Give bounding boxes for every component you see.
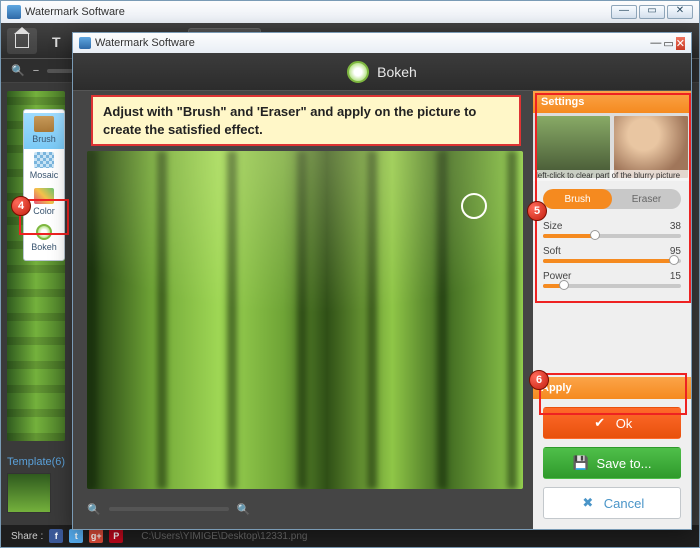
ok-button[interactable]: ✔ Ok	[543, 407, 681, 439]
template-label[interactable]: Template(6)	[7, 456, 65, 468]
cancel-button[interactable]: ✖ Cancel	[543, 487, 681, 519]
preview-zoom-bar: 🔍 🔍	[87, 497, 523, 521]
toggle-brush[interactable]: Brush	[543, 189, 612, 209]
cancel-icon: ✖	[580, 495, 596, 511]
facebook-icon[interactable]: f	[49, 529, 63, 543]
share-label: Share :	[11, 531, 43, 542]
dialog-close-button[interactable]: ✕	[676, 37, 685, 50]
thumb-hint: left-click to clear part of the blurry p…	[533, 170, 691, 181]
check-icon: ✔	[592, 415, 608, 431]
home-button[interactable]	[7, 28, 37, 54]
color-icon	[34, 188, 54, 204]
brush-eraser-toggle[interactable]: Brush Eraser	[543, 189, 681, 209]
googleplus-icon[interactable]: g+	[89, 529, 103, 543]
minimize-button[interactable]: —	[611, 5, 637, 19]
bokeh-icon	[347, 61, 369, 83]
dialog-header-title: Bokeh	[377, 64, 417, 80]
preview-image[interactable]	[87, 151, 523, 489]
bokeh-dialog: Watermark Software — ▭ ✕ Bokeh Adjust wi…	[72, 32, 692, 530]
slider-label: Size	[543, 221, 562, 232]
effect-palette: Brush Mosaic Color Bokeh	[23, 109, 65, 261]
preview-zoom-slider[interactable]	[109, 507, 229, 511]
slider-power: Power15	[533, 267, 691, 292]
palette-brush[interactable]: Brush	[24, 113, 64, 149]
brush-icon	[34, 116, 54, 132]
template-thumbnail[interactable]	[7, 473, 51, 513]
slider-track[interactable]	[543, 284, 681, 288]
slider-label: Soft	[543, 246, 561, 257]
instruction-callout: Adjust with "Brush" and 'Eraser" and app…	[91, 95, 521, 146]
thumb-effect[interactable]	[614, 116, 688, 178]
zoom-in-icon[interactable]: 🔍	[237, 503, 251, 516]
file-path: C:\Users\YIMIGE\Desktop\12331.png	[141, 531, 307, 542]
dialog-title: Watermark Software	[95, 37, 195, 49]
dialog-titlebar: Watermark Software — ▭ ✕	[73, 33, 691, 53]
slider-track[interactable]	[543, 259, 681, 263]
mosaic-icon	[34, 152, 54, 168]
slider-soft: Soft95	[533, 242, 691, 267]
zoom-out-icon[interactable]: 🔍	[87, 503, 101, 516]
annotation-number-6: 6	[529, 370, 549, 390]
main-titlebar: Watermark Software — ▭ ✕	[1, 1, 699, 23]
main-title: Watermark Software	[25, 6, 125, 18]
dialog-header: Bokeh	[73, 53, 691, 91]
pinterest-icon[interactable]: P	[109, 529, 123, 543]
thumb-original[interactable]	[536, 116, 610, 178]
app-icon	[79, 37, 91, 49]
palette-mosaic[interactable]: Mosaic	[24, 149, 64, 185]
apply-header: Apply	[533, 377, 691, 399]
slider-size: Size 38	[533, 217, 691, 242]
preview-pane: Adjust with "Brush" and 'Eraser" and app…	[73, 91, 533, 529]
zoom-out-icon[interactable]: 🔍	[11, 64, 25, 77]
slider-value: 15	[670, 271, 681, 282]
brush-cursor	[461, 193, 487, 219]
twitter-icon[interactable]: t	[69, 529, 83, 543]
annotation-number-4: 4	[11, 196, 31, 216]
settings-header: Settings	[533, 91, 691, 113]
close-button[interactable]: ✕	[667, 5, 693, 19]
annotation-number-5: 5	[527, 201, 547, 221]
palette-bokeh[interactable]: Bokeh	[24, 221, 64, 257]
dialog-maximize-button[interactable]: ▭	[663, 37, 673, 50]
home-icon	[15, 34, 29, 48]
text-icon: T	[52, 34, 66, 48]
save-icon: 💾	[573, 455, 589, 471]
preview-thumbnails: left-click to clear part of the blurry p…	[533, 113, 691, 181]
save-button[interactable]: 💾 Save to...	[543, 447, 681, 479]
slider-value: 38	[670, 221, 681, 232]
right-panel: Settings left-click to clear part of the…	[533, 91, 691, 529]
maximize-button[interactable]: ▭	[639, 5, 665, 19]
app-icon	[7, 5, 21, 19]
toggle-eraser[interactable]: Eraser	[612, 189, 681, 209]
dialog-minimize-button[interactable]: —	[650, 37, 661, 50]
bokeh-icon	[36, 224, 52, 240]
slider-track[interactable]	[543, 234, 681, 238]
